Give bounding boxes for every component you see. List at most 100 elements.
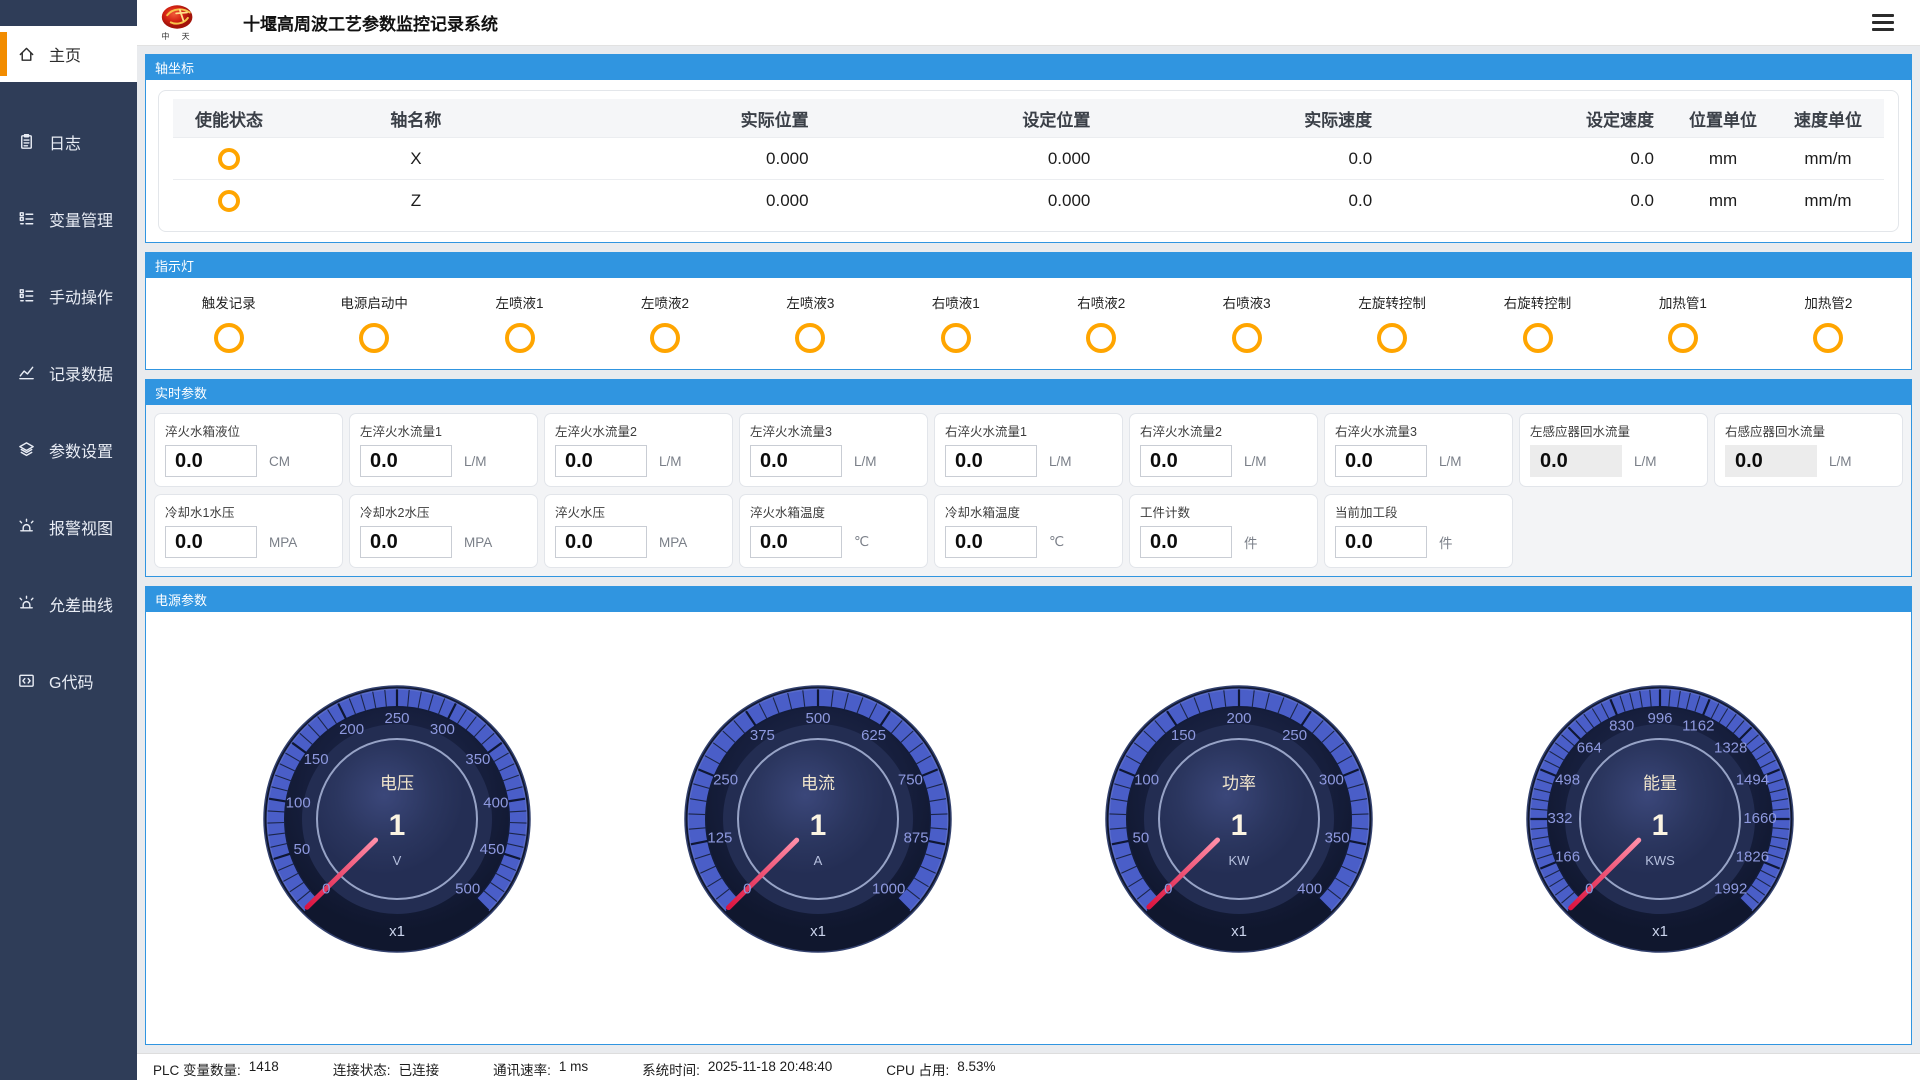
gauge-value: 1 [1231, 809, 1248, 842]
param-card-左淬火水流量3: 左淬火水流量30.0L/M [739, 413, 928, 487]
sidebar-item-G代码[interactable]: G代码 [0, 642, 137, 719]
axis-table-header: 使能状态轴名称实际位置设定位置实际速度设定速度位置单位速度单位 [173, 99, 1884, 137]
gauge-name: 电流 [801, 774, 835, 793]
param-card-左感应器回水流量: 左感应器回水流量0.0L/M [1519, 413, 1708, 487]
svg-text:996: 996 [1648, 710, 1673, 727]
indicator-label: 加热管2 [1804, 292, 1852, 312]
actual-speed: 0.0 [1110, 149, 1392, 169]
param-card-淬火水压: 淬火水压0.0MPA [544, 494, 733, 568]
param-value: 0.0 [750, 526, 842, 558]
axis-column-header: 位置单位 [1674, 106, 1772, 131]
param-label: 左淬火水流量1 [360, 421, 527, 440]
param-card-淬火水箱液位: 淬火水箱液位0.0CM [154, 413, 343, 487]
param-value: 0.0 [555, 445, 647, 477]
main-area: 中 天 十堰高周波工艺参数监控记录系统 轴坐标 使能状态轴名称实际位置设定位置实… [137, 0, 1920, 1080]
param-unit: MPA [269, 535, 297, 550]
status-value: 1 ms [559, 1059, 588, 1079]
param-value: 0.0 [360, 526, 452, 558]
indicator-label: 左喷液2 [641, 292, 689, 312]
param-unit: 件 [1439, 532, 1453, 552]
status-value: 1418 [249, 1059, 279, 1079]
svg-text:300: 300 [1319, 772, 1344, 789]
param-unit: L/M [659, 454, 682, 469]
sidebar-item-手动操作[interactable]: 手动操作 [0, 257, 137, 334]
svg-text:100: 100 [1134, 772, 1159, 789]
sidebar-item-label: 主页 [49, 42, 81, 66]
param-unit: L/M [854, 454, 877, 469]
param-value: 0.0 [750, 445, 842, 477]
axis-name: X [285, 149, 547, 169]
sidebar-menu: 主页日志变量管理手动操作记录数据参数设置报警视图允差曲线 G代码 [0, 26, 137, 719]
indicator-触发记录: 触发记录 [156, 292, 301, 353]
speed-unit: mm/m [1772, 191, 1884, 211]
svg-text:500: 500 [455, 881, 480, 898]
sidebar-item-日志[interactable]: 日志 [0, 103, 137, 180]
param-card-左淬火水流量2: 左淬火水流量2 0.0 L/M [544, 413, 733, 487]
sidebar-item-label: G代码 [49, 669, 93, 693]
gauge-name: 功率 [1222, 774, 1256, 793]
sidebar-item-允差曲线[interactable]: 允差曲线 [0, 565, 137, 642]
sidebar-item-label: 手动操作 [49, 284, 113, 308]
actual-position: 0.000 [547, 149, 829, 169]
indicator-lamp-icon [1813, 323, 1843, 353]
sidebar-item-label: 参数设置 [49, 438, 113, 462]
indicator-右喷液1: 右喷液1 [883, 292, 1028, 353]
topbar: 中 天 十堰高周波工艺参数监控记录系统 [137, 0, 1920, 46]
panel-indicators: 指示灯 触发记录电源启动中左喷液1左喷液2左喷液3右喷液1右喷液2右喷液3左旋转… [145, 252, 1912, 370]
param-unit: MPA [464, 535, 492, 550]
param-card-右淬火水流量2: 右淬火水流量20.0L/M [1129, 413, 1318, 487]
gauge-value: 1 [1652, 809, 1669, 842]
axis-column-header: 使能状态 [173, 106, 285, 131]
hamburger-menu-icon[interactable] [1868, 10, 1898, 35]
sidebar-item-变量管理[interactable]: 变量管理 [0, 180, 137, 257]
svg-text:100: 100 [285, 794, 310, 811]
svg-text:625: 625 [861, 727, 886, 744]
indicator-右喷液2: 右喷液2 [1029, 292, 1174, 353]
param-unit: 件 [1244, 532, 1258, 552]
svg-text:1162: 1162 [1683, 718, 1715, 735]
svg-text:350: 350 [1325, 829, 1350, 846]
param-label: 冷却水1水压 [165, 502, 332, 521]
sidebar-item-主页[interactable]: 主页 [0, 26, 137, 82]
gauge-电流: 01252503755006257508751000电流1Ax1 [679, 679, 957, 977]
indicator-右旋转控制: 右旋转控制 [1465, 292, 1610, 353]
param-card-冷却水2水压: 冷却水2水压0.0MPA [349, 494, 538, 568]
svg-text:0: 0 [1164, 881, 1172, 898]
set-speed: 0.0 [1392, 149, 1674, 169]
axis-column-header: 实际位置 [547, 106, 829, 131]
param-label: 左淬火水流量2 [555, 421, 722, 440]
svg-text:498: 498 [1555, 772, 1580, 789]
svg-text:0: 0 [322, 881, 330, 898]
gauge-multiplier: x1 [810, 923, 826, 940]
param-label: 右淬火水流量1 [945, 421, 1112, 440]
set-position: 0.000 [829, 149, 1111, 169]
sidebar-item-参数设置[interactable]: 参数设置 [0, 411, 137, 488]
svg-text:166: 166 [1555, 848, 1580, 865]
enable-status-light [218, 148, 240, 170]
sidebar-item-label: 记录数据 [49, 361, 113, 385]
gcode-icon [17, 671, 36, 690]
param-card-右淬火水流量1: 右淬火水流量10.0L/M [934, 413, 1123, 487]
indicator-左旋转控制: 左旋转控制 [1319, 292, 1464, 353]
param-value: 0.0 [1725, 445, 1817, 477]
indicator-label: 右旋转控制 [1504, 292, 1572, 312]
status-label: 通讯速率: [493, 1059, 551, 1079]
svg-text:400: 400 [483, 794, 508, 811]
indicator-label: 左喷液3 [786, 292, 834, 312]
indicator-lamp-icon [1086, 323, 1116, 353]
param-unit: L/M [1829, 454, 1852, 469]
sidebar-item-label: 变量管理 [49, 207, 113, 231]
param-value: 0.0 [1140, 445, 1232, 477]
indicator-label: 左喷液1 [496, 292, 544, 312]
param-unit: L/M [1439, 454, 1462, 469]
axis-column-header: 实际速度 [1110, 106, 1392, 131]
sidebar-item-报警视图[interactable]: 报警视图 [0, 488, 137, 565]
svg-text:250: 250 [384, 710, 409, 727]
page-title: 十堰高周波工艺参数监控记录系统 [243, 10, 498, 35]
chart-icon [17, 363, 36, 382]
sidebar-item-记录数据[interactable]: 记录数据 [0, 334, 137, 411]
param-value: 0.0 [555, 526, 647, 558]
indicator-lamp-icon [1232, 323, 1262, 353]
indicator-lamp-icon [1668, 323, 1698, 353]
indicator-lamp-icon [359, 323, 389, 353]
